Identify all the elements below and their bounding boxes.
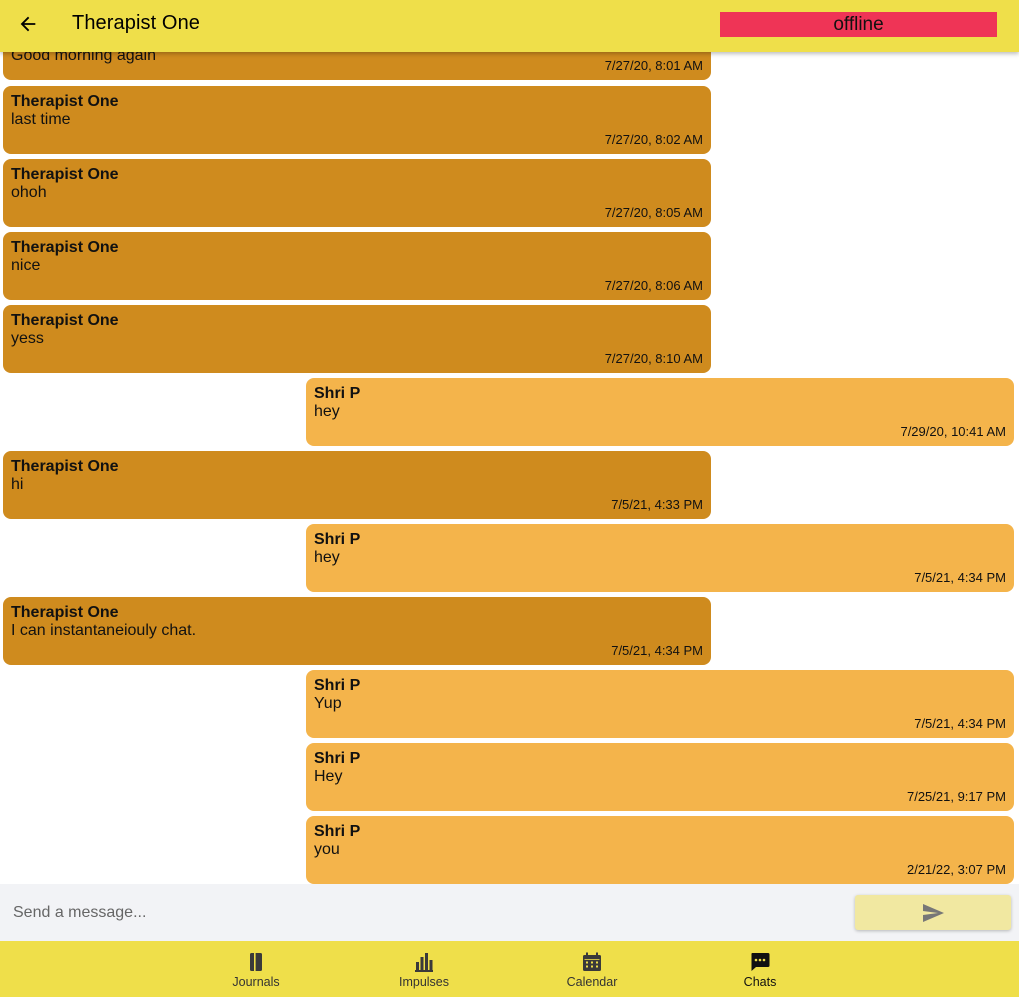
app-header: Therapist One offline <box>0 0 1019 52</box>
message-bubble: Therapist One last time 7/27/20, 8:02 AM <box>3 86 711 154</box>
message-sender: Therapist One <box>11 239 119 256</box>
page-title: Therapist One <box>72 12 201 34</box>
message-text: hey <box>314 403 340 420</box>
message-sender: Shri P <box>314 385 361 402</box>
message-text: hey <box>314 549 340 566</box>
send-icon <box>923 903 944 922</box>
message-bubble: Therapist One nice 7/27/20, 8:06 AM <box>3 232 711 300</box>
message-sender: Therapist One <box>11 166 119 183</box>
bar-chart-icon <box>414 951 434 972</box>
message-text: I can instantaneiouly chat. <box>11 622 197 639</box>
message-timestamp: 7/27/20, 8:02 AM <box>604 132 703 147</box>
message-bubble: Therapist One I can instantaneiouly chat… <box>3 597 711 665</box>
back-button[interactable] <box>14 10 42 38</box>
message-bubble: Therapist One yess 7/27/20, 8:10 AM <box>3 305 711 373</box>
calendar-icon <box>582 951 602 972</box>
message-text: nice <box>11 257 41 274</box>
message-text: you <box>314 841 340 858</box>
message-bubble: Shri P hey 7/5/21, 4:34 PM <box>306 524 1014 592</box>
message-text: Yup <box>314 695 342 712</box>
message-bubble: Therapist One hi 7/5/21, 4:33 PM <box>3 451 711 519</box>
journal-icon <box>247 951 265 972</box>
nav-item-impulses[interactable]: Impulses <box>364 941 484 997</box>
bottom-navigation: Journals Impulses Calendar Chats <box>0 941 1019 997</box>
chat-screen: Good morning again 7/27/20, 8:01 AM Ther… <box>0 0 1019 997</box>
message-sender: Therapist One <box>11 312 119 329</box>
message-timestamp: 7/25/21, 9:17 PM <box>906 789 1006 804</box>
status-badge: offline <box>720 12 997 37</box>
message-timestamp: 7/27/20, 8:01 AM <box>604 58 703 73</box>
message-timestamp: 7/5/21, 4:34 PM <box>914 570 1006 585</box>
chat-bubble-icon <box>750 951 770 972</box>
message-timestamp: 7/29/20, 10:41 AM <box>900 424 1006 439</box>
nav-label: Journals <box>232 975 280 989</box>
message-sender: Shri P <box>314 750 361 767</box>
message-sender: Therapist One <box>11 458 119 475</box>
nav-label: Chats <box>743 975 777 989</box>
nav-label: Impulses <box>398 975 450 989</box>
message-timestamp: 7/27/20, 8:10 AM <box>604 351 703 366</box>
message-list[interactable]: Good morning again 7/27/20, 8:01 AM Ther… <box>0 0 1019 884</box>
message-sender: Shri P <box>314 531 361 548</box>
message-input[interactable] <box>0 884 840 941</box>
nav-label: Calendar <box>566 975 618 989</box>
send-button[interactable] <box>855 895 1011 930</box>
message-timestamp: 2/21/22, 3:07 PM <box>906 862 1006 877</box>
message-timestamp: 7/5/21, 4:34 PM <box>611 643 703 658</box>
message-sender: Therapist One <box>11 93 119 110</box>
message-text: Hey <box>314 768 343 785</box>
message-bubble: Shri P Hey 7/25/21, 9:17 PM <box>306 743 1014 811</box>
message-bubble: Therapist One ohoh 7/27/20, 8:05 AM <box>3 159 711 227</box>
message-sender: Therapist One <box>11 604 119 621</box>
message-timestamp: 7/5/21, 4:33 PM <box>611 497 703 512</box>
message-timestamp: 7/27/20, 8:05 AM <box>604 205 703 220</box>
nav-item-journals[interactable]: Journals <box>196 941 316 997</box>
message-text: hi <box>11 476 24 493</box>
message-text: yess <box>11 330 44 347</box>
message-bubble: Shri P you 2/21/22, 3:07 PM <box>306 816 1014 884</box>
message-composer <box>0 884 1019 941</box>
message-sender: Shri P <box>314 823 361 840</box>
message-text: ohoh <box>11 184 47 201</box>
message-text: last time <box>11 111 71 128</box>
message-sender: Shri P <box>314 677 361 694</box>
arrow-left-icon <box>20 16 36 32</box>
nav-item-chats[interactable]: Chats <box>700 941 820 997</box>
message-timestamp: 7/27/20, 8:06 AM <box>604 278 703 293</box>
nav-item-calendar[interactable]: Calendar <box>532 941 652 997</box>
message-timestamp: 7/5/21, 4:34 PM <box>914 716 1006 731</box>
message-bubble: Shri P hey 7/29/20, 10:41 AM <box>306 378 1014 446</box>
message-bubble: Shri P Yup 7/5/21, 4:34 PM <box>306 670 1014 738</box>
